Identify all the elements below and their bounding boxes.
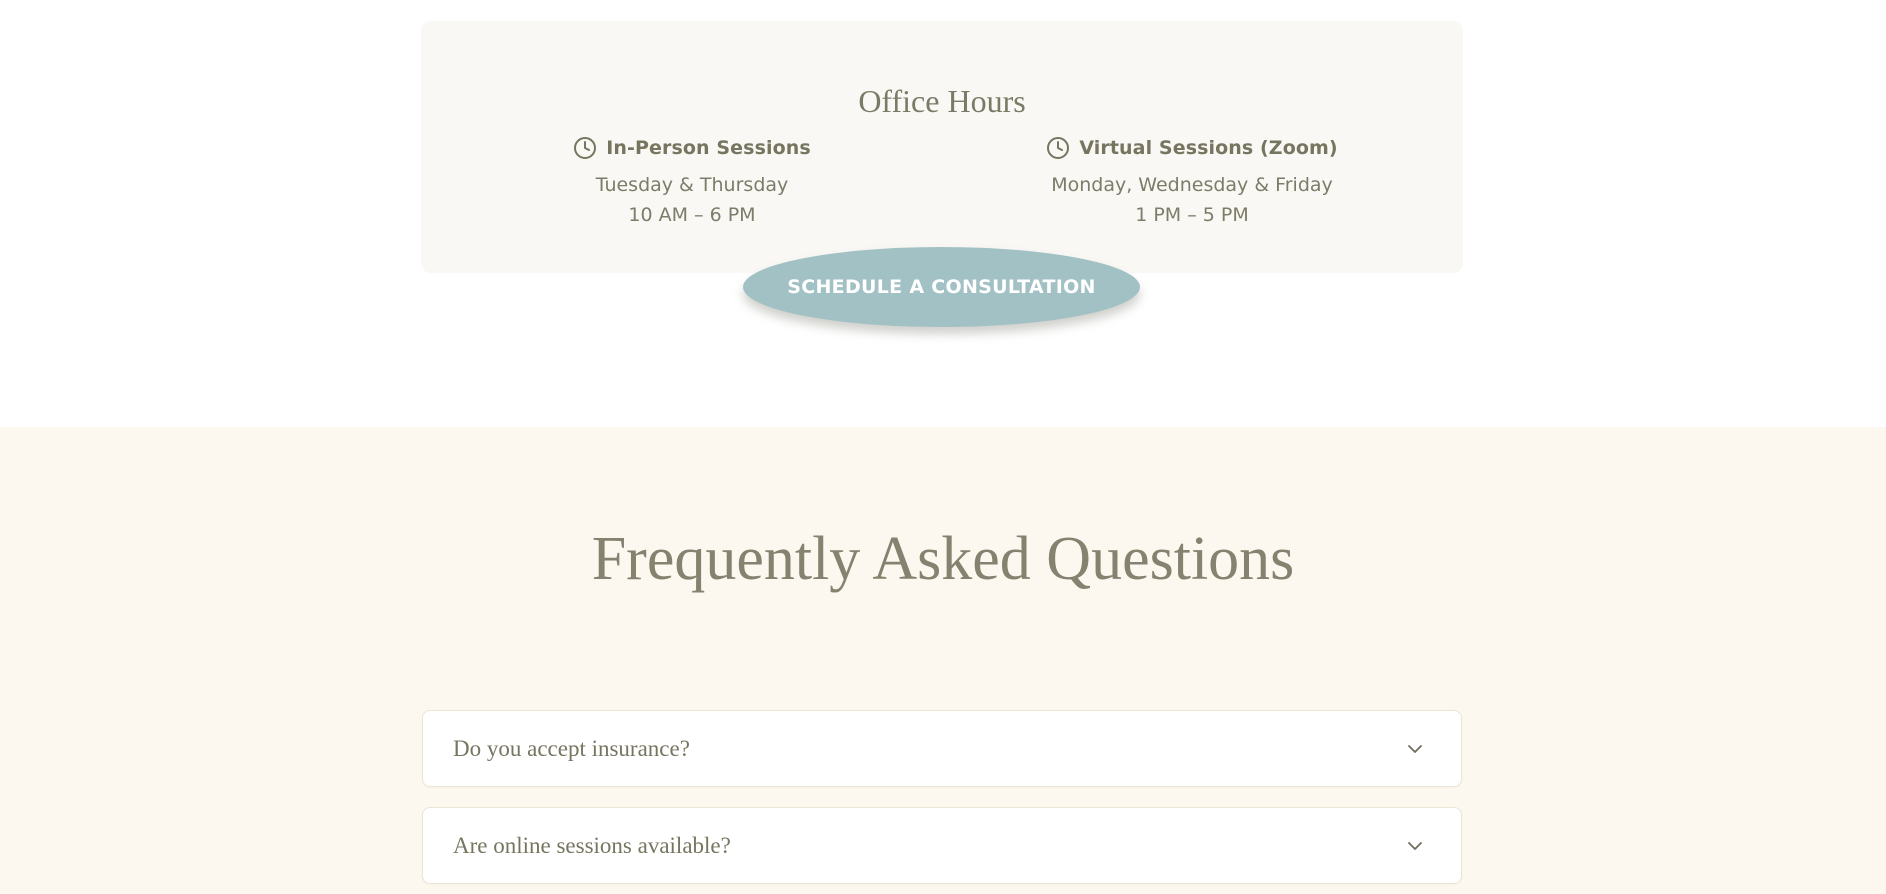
in-person-sessions: In-Person Sessions Tuesday & Thursday 10… — [512, 133, 872, 230]
in-person-heading: In-Person Sessions — [512, 133, 872, 163]
virtual-heading-label: Virtual Sessions (Zoom) — [1079, 137, 1338, 159]
faq-title: Frequently Asked Questions — [591, 525, 1295, 593]
faq-section: Frequently Asked Questions Do you accept… — [0, 427, 1886, 894]
clock-icon — [1046, 136, 1070, 160]
schedule-consultation-button[interactable]: SCHEDULE A CONSULTATION — [743, 247, 1140, 327]
office-hours-section: Office Hours In-Person Sessions Tuesday … — [0, 0, 1886, 427]
faq-question: Do you accept insurance? — [453, 735, 690, 761]
clock-icon — [573, 136, 597, 160]
chevron-down-icon[interactable] — [1405, 739, 1425, 759]
in-person-heading-label: In-Person Sessions — [606, 137, 811, 159]
virtual-time: 1 PM – 5 PM — [1135, 204, 1249, 226]
office-hours-title: Office Hours — [858, 83, 1026, 119]
in-person-time: 10 AM – 6 PM — [628, 204, 756, 226]
virtual-sessions: Virtual Sessions (Zoom) Monday, Wednesda… — [1012, 133, 1372, 230]
faq-item-insurance[interactable]: Do you accept insurance? — [422, 710, 1462, 787]
chevron-down-icon[interactable] — [1405, 836, 1425, 856]
faq-item-online-sessions[interactable]: Are online sessions available? — [422, 807, 1462, 884]
faq-question: Are online sessions available? — [453, 832, 731, 858]
in-person-days: Tuesday & Thursday — [595, 174, 789, 196]
virtual-heading: Virtual Sessions (Zoom) — [1012, 133, 1372, 163]
virtual-days: Monday, Wednesday & Friday — [1051, 174, 1333, 196]
